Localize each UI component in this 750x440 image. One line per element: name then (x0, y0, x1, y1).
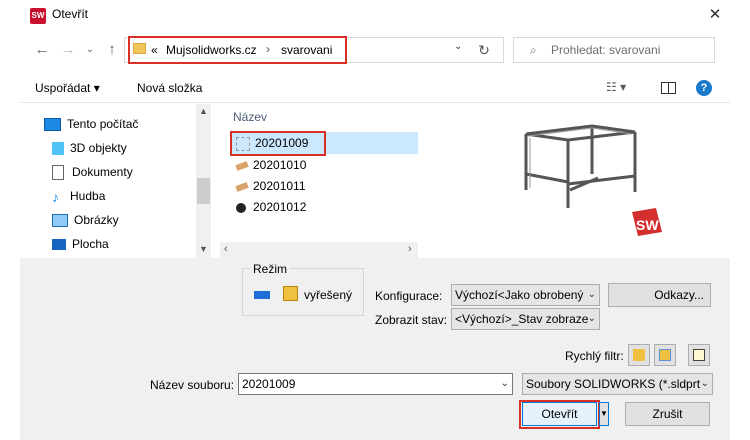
document-icon (52, 165, 64, 181)
filename-input[interactable]: 20201009 ⌄ (238, 373, 513, 395)
mode-group-label: Režim (250, 262, 291, 276)
sidebar-item-music[interactable]: ♪ Hudba (52, 184, 105, 208)
part-file-icon (235, 181, 249, 192)
close-icon[interactable]: ✕ (705, 5, 725, 25)
sidebar-item-3d-objects[interactable]: 3D objekty (52, 136, 127, 160)
filename-label: Název souboru: (150, 378, 235, 392)
chevron-down-icon[interactable]: ⌄ (501, 374, 509, 394)
title-bar (0, 0, 750, 30)
view-options-icon[interactable]: ☷ ▾ (606, 80, 626, 94)
navigation-pane: Tento počítač 3D objekty Dokumenty ♪ Hudb… (24, 104, 212, 258)
display-state-select[interactable]: <Výchozí>_Stav zobraze ⌄ (451, 308, 600, 330)
desktop-icon (52, 239, 66, 251)
new-folder-button[interactable]: Nová složka (137, 81, 202, 95)
address-highlight-box (128, 36, 347, 64)
help-icon[interactable]: ? (696, 80, 712, 96)
recent-chevron-icon[interactable]: ⌄ (80, 40, 100, 60)
cube-icon (52, 142, 64, 156)
sidebar-item-documents[interactable]: Dokumenty (52, 160, 133, 184)
solidworks-app-icon: SW (30, 8, 46, 24)
column-header-name[interactable]: Název (233, 110, 267, 124)
refresh-icon[interactable]: ↻ (474, 40, 494, 60)
drawing-filter-icon (693, 349, 705, 361)
open-options-dropdown[interactable]: ▼ (599, 402, 609, 426)
chevron-down-icon: ▼ (600, 409, 608, 418)
preview-pane-icon[interactable] (661, 82, 676, 94)
file-list-hscrollbar[interactable]: ‹ › (220, 242, 418, 258)
sidebar-scrollbar[interactable]: ▲ ▼ (196, 104, 211, 258)
chevron-down-icon: ⌄ (700, 378, 709, 389)
window-title: Otevřít (52, 7, 89, 21)
scroll-right-icon[interactable]: › (408, 243, 412, 255)
configuration-label: Konfigurace: (375, 289, 443, 303)
model-preview-image: SW (524, 124, 662, 236)
references-button[interactable]: Odkazy... (608, 283, 711, 307)
filetype-select[interactable]: Soubory SOLIDWORKS (*.sldprt ⌄ (522, 373, 713, 395)
resolved-part-icon (283, 286, 298, 301)
search-icon: ⌕ (530, 43, 537, 57)
computer-icon (44, 118, 61, 132)
scrollbar-thumb[interactable] (197, 178, 210, 204)
part-file-icon (235, 160, 249, 171)
pictures-icon (52, 214, 68, 228)
search-placeholder: Prohledat: svarovani (551, 43, 661, 57)
part-file-icon (236, 202, 246, 213)
file-row[interactable]: 20201011 (235, 179, 306, 193)
solidworks-logo-icon: SW (632, 208, 662, 236)
mode-arrow-icon (254, 291, 270, 299)
assembly-filter-icon (659, 349, 671, 361)
quick-filter-label: Rychlý filtr: (565, 349, 624, 363)
sidebar-item-desktop[interactable]: Plocha (52, 232, 109, 256)
filter-assemblies-button[interactable] (654, 344, 676, 366)
preview-pane: SW (420, 104, 715, 258)
up-arrow-icon[interactable]: ↑ (102, 40, 122, 60)
scroll-left-icon[interactable]: ‹ (224, 243, 228, 255)
forward-arrow-icon[interactable]: → (58, 40, 78, 60)
open-button-highlight-box (519, 400, 600, 429)
file-row[interactable]: 20201012 (236, 200, 306, 214)
filter-parts-button[interactable] (628, 344, 650, 366)
svg-text:SW: SW (636, 217, 659, 233)
display-state-label: Zobrazit stav: (375, 313, 448, 327)
file-row[interactable]: 20201009 (236, 136, 308, 151)
back-arrow-icon[interactable]: ← (32, 40, 52, 60)
cancel-button[interactable]: Zrušit (625, 402, 710, 426)
scroll-down-icon[interactable]: ▼ (199, 244, 208, 254)
organize-button[interactable]: Uspořádat ▾ (35, 81, 100, 95)
file-row[interactable]: 20201010 (235, 158, 306, 172)
address-dropdown-icon[interactable]: ⌄ (454, 41, 462, 52)
file-list: Název 20201009 20201010 20201011 2020101… (220, 104, 418, 258)
chevron-down-icon: ⌄ (587, 289, 596, 300)
mode-value: vyřešený (304, 288, 353, 302)
configuration-select[interactable]: Výchozí<Jako obrobený ⌄ (451, 284, 600, 306)
part-file-icon (236, 136, 250, 151)
music-icon: ♪ (52, 188, 59, 205)
sidebar-item-pictures[interactable]: Obrázky (52, 208, 119, 232)
chevron-down-icon: ⌄ (587, 313, 596, 324)
part-filter-icon (633, 349, 645, 361)
sidebar-item-this-pc[interactable]: Tento počítač (44, 112, 138, 136)
filter-drawings-button[interactable] (688, 344, 710, 366)
scroll-up-icon[interactable]: ▲ (199, 106, 208, 116)
